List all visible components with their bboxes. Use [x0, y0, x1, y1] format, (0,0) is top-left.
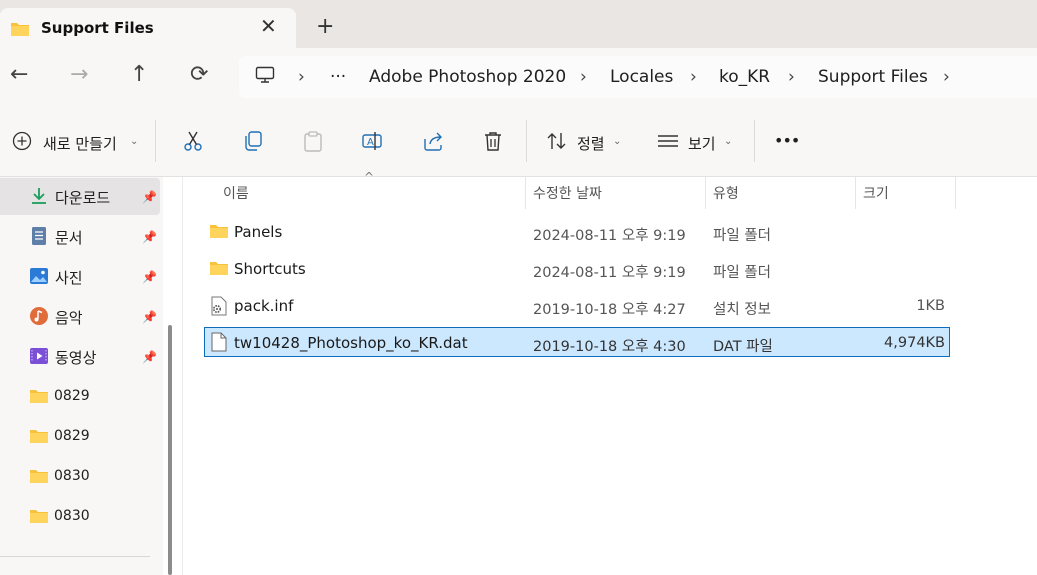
- rename-icon[interactable]: A: [361, 130, 383, 152]
- music-icon: [30, 307, 48, 325]
- sidebar-item-folder[interactable]: 0830: [54, 508, 90, 524]
- sidebar-item-videos[interactable]: 동영상: [55, 347, 96, 368]
- plus-circle-icon[interactable]: [12, 131, 32, 151]
- file-type: 파일 폴더: [713, 265, 771, 281]
- view-button[interactable]: 보기: [688, 133, 716, 154]
- sort-button[interactable]: 정렬: [577, 133, 605, 154]
- file-size: 4,974KB: [884, 335, 945, 351]
- sidebar-divider: [0, 556, 150, 557]
- share-icon[interactable]: [422, 130, 444, 152]
- forward-button[interactable]: →: [70, 62, 88, 87]
- pin-icon: 📌: [142, 270, 157, 284]
- column-divider[interactable]: [955, 177, 956, 209]
- chevron-down-icon[interactable]: ⌄: [613, 136, 621, 147]
- document-icon: [32, 227, 46, 245]
- column-header-name[interactable]: 이름: [223, 183, 249, 203]
- sidebar-item-folder[interactable]: 0829: [54, 388, 90, 404]
- file-icon: [211, 332, 227, 352]
- cut-icon[interactable]: [182, 130, 204, 152]
- pictures-icon: [30, 268, 48, 284]
- breadcrumb-item[interactable]: Locales: [610, 67, 673, 87]
- file-type: 설치 정보: [713, 302, 771, 318]
- settings-file-icon: [211, 296, 227, 316]
- file-size: 1KB: [916, 298, 945, 314]
- folder-icon: [210, 225, 228, 238]
- sidebar-item-downloads[interactable]: 다운로드: [55, 187, 110, 208]
- breadcrumb-item[interactable]: Adobe Photoshop 2020: [369, 67, 566, 87]
- breadcrumb-chevron[interactable]: ›: [298, 67, 305, 87]
- folder-icon: [11, 23, 29, 36]
- folder-icon: [30, 470, 48, 483]
- new-tab-button[interactable]: +: [316, 14, 334, 39]
- pin-icon: 📌: [142, 190, 157, 204]
- file-modified: 2019-10-18 오후 4:27: [533, 302, 686, 318]
- tab-title: Support Files: [41, 19, 154, 37]
- breadcrumb-overflow[interactable]: ···: [330, 67, 346, 87]
- column-divider[interactable]: [705, 177, 706, 209]
- sidebar-item-music[interactable]: 음악: [55, 307, 83, 328]
- file-name[interactable]: pack.inf: [234, 297, 293, 315]
- folder-icon: [30, 430, 48, 443]
- column-header-modified[interactable]: 수정한 날짜: [533, 183, 602, 203]
- folder-icon: [210, 262, 228, 275]
- computer-icon[interactable]: [255, 66, 275, 84]
- breadcrumb-chevron[interactable]: ›: [690, 67, 697, 87]
- download-icon: [32, 188, 46, 204]
- folder-icon: [30, 390, 48, 403]
- toolbar-divider: [155, 120, 156, 162]
- paste-icon[interactable]: [302, 130, 324, 152]
- chevron-down-icon[interactable]: ⌄: [724, 136, 732, 147]
- file-modified: 2024-08-11 오후 9:19: [533, 265, 686, 281]
- videos-icon: [30, 348, 48, 364]
- column-header-size[interactable]: 크기: [863, 183, 889, 203]
- sidebar-item-folder[interactable]: 0829: [54, 428, 90, 444]
- up-button[interactable]: ↑: [130, 62, 148, 87]
- delete-icon[interactable]: [482, 130, 504, 152]
- column-header-type[interactable]: 유형: [713, 183, 739, 203]
- file-type: 파일 폴더: [713, 228, 771, 244]
- sidebar-item-pictures[interactable]: 사진: [55, 267, 83, 288]
- sidebar-scrollbar[interactable]: [168, 325, 172, 575]
- file-name[interactable]: tw10428_Photoshop_ko_KR.dat: [234, 334, 468, 352]
- close-tab-icon[interactable]: ✕: [260, 14, 277, 38]
- sidebar-item-folder[interactable]: 0830: [54, 468, 90, 484]
- chevron-down-icon[interactable]: ⌄: [130, 136, 138, 147]
- breadcrumb-chevron[interactable]: ›: [580, 67, 587, 87]
- file-modified: 2024-08-11 오후 9:19: [533, 228, 686, 244]
- copy-icon[interactable]: [242, 130, 264, 152]
- breadcrumb-item[interactable]: ko_KR: [719, 67, 770, 87]
- column-divider[interactable]: [855, 177, 856, 209]
- folder-icon: [30, 510, 48, 523]
- file-modified: 2019-10-18 오후 4:30: [533, 339, 686, 355]
- file-name[interactable]: Panels: [234, 223, 282, 241]
- pin-icon: 📌: [142, 310, 157, 324]
- new-button[interactable]: 새로 만들기: [43, 133, 117, 154]
- toolbar-divider: [754, 120, 755, 162]
- breadcrumb-chevron[interactable]: ›: [943, 67, 950, 87]
- more-options-button[interactable]: •••: [774, 131, 800, 150]
- sidebar-item-documents[interactable]: 문서: [55, 227, 83, 248]
- svg-text:A: A: [367, 137, 374, 148]
- pin-icon: 📌: [142, 230, 157, 244]
- refresh-button[interactable]: ⟳: [190, 62, 208, 87]
- sort-icon[interactable]: [546, 131, 568, 151]
- back-button[interactable]: ←: [10, 62, 28, 87]
- breadcrumb-chevron[interactable]: ›: [788, 67, 795, 87]
- file-name[interactable]: Shortcuts: [234, 260, 306, 278]
- breadcrumb-item[interactable]: Support Files: [818, 67, 928, 87]
- toolbar-divider: [526, 120, 527, 162]
- pin-icon: 📌: [142, 350, 157, 364]
- column-divider[interactable]: [525, 177, 526, 209]
- view-icon[interactable]: [657, 133, 679, 151]
- sort-ascending-icon: ^: [364, 170, 375, 184]
- file-type: DAT 파일: [713, 339, 773, 355]
